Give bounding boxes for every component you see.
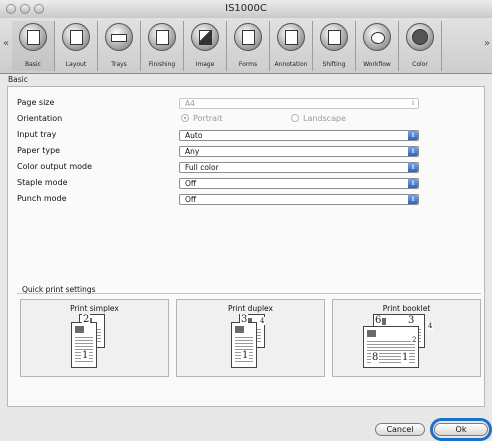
page-size-label: Page size (17, 98, 55, 107)
print-simplex-button[interactable]: Print simplex 2 1 (20, 299, 169, 377)
layout-icon (62, 23, 90, 51)
tab-annotation[interactable]: Annotation (270, 21, 313, 71)
tab-label: Image (195, 61, 215, 68)
portrait-label: Portrait (193, 114, 223, 123)
page-number: 1 (241, 350, 250, 361)
tab-label: Basic (25, 61, 41, 68)
tab-color[interactable]: Color (399, 21, 442, 71)
page-number: 4 (427, 322, 434, 330)
landscape-radio[interactable]: Landscape (291, 114, 346, 123)
page-number: 1 (401, 352, 410, 363)
trays-icon (105, 23, 133, 51)
punch-mode-select[interactable]: Off ⇕ (179, 194, 419, 205)
quick-print-title: Quick print settings (22, 285, 96, 294)
duplex-front-page-icon (231, 322, 257, 368)
input-tray-label: Input tray (17, 130, 57, 139)
annotation-icon (277, 23, 305, 51)
tab-basic[interactable]: Basic (12, 21, 55, 71)
tab-trays[interactable]: Trays (98, 21, 141, 71)
print-duplex-label: Print duplex (228, 304, 273, 313)
color-icon (406, 23, 434, 51)
punch-mode-value: Off (185, 195, 197, 204)
page-number: 8 (371, 352, 380, 363)
section-title: Basic (8, 75, 28, 84)
page-number: 3 (407, 315, 416, 326)
tab-label: Workflow (363, 61, 391, 68)
input-tray-value: Auto (185, 131, 203, 140)
print-duplex-button[interactable]: Print duplex 3 4 1 (176, 299, 325, 377)
shifting-icon (320, 23, 348, 51)
page-size-select[interactable]: A4 ⇕ (179, 98, 419, 109)
tab-layout[interactable]: Layout (55, 21, 98, 71)
print-booklet-button[interactable]: Print booklet 6 3 4 2 8 1 (332, 299, 481, 377)
title-bar: IS1000C (0, 0, 492, 19)
tab-workflow[interactable]: Workflow (356, 21, 399, 71)
scroll-right-icon[interactable]: » (484, 38, 490, 49)
page-number: 2 (82, 314, 91, 325)
chevron-updown-icon: ⇕ (410, 100, 416, 107)
ok-button[interactable]: Ok (434, 423, 488, 436)
color-output-mode-label: Color output mode (17, 162, 93, 171)
settings-toolbar: « Basic Layout Trays Finishing Image For… (0, 18, 492, 74)
page-number: 6 (374, 315, 383, 326)
workflow-icon (363, 23, 391, 51)
chevron-updown-icon: ⇕ (408, 147, 418, 156)
page-number: 1 (81, 350, 90, 361)
page-number: 2 (411, 336, 418, 344)
tab-label: Annotation (274, 61, 308, 68)
tab-shifting[interactable]: Shifting (313, 21, 356, 71)
tab-forms[interactable]: Forms (227, 21, 270, 71)
staple-mode-value: Off (185, 179, 197, 188)
paper-type-value: Any (185, 147, 200, 156)
tab-label: Shifting (322, 61, 346, 68)
color-output-mode-value: Full color (185, 163, 219, 172)
color-output-mode-select[interactable]: Full color ⇕ (179, 162, 419, 173)
orientation-label: Orientation (17, 114, 63, 123)
portrait-radio[interactable]: Portrait (181, 114, 222, 123)
tab-label: Layout (65, 61, 87, 68)
staple-mode-select[interactable]: Off ⇕ (179, 178, 419, 189)
simplex-front-page-icon (71, 322, 97, 368)
landscape-label: Landscape (303, 114, 346, 123)
paper-type-label: Paper type (17, 146, 61, 155)
chevron-updown-icon: ⇕ (408, 163, 418, 172)
tab-label: Finishing (148, 61, 176, 68)
document-icon (19, 23, 47, 51)
cancel-button[interactable]: Cancel (375, 423, 425, 436)
image-icon (191, 23, 219, 51)
chevron-updown-icon: ⇕ (408, 131, 418, 140)
print-simplex-label: Print simplex (70, 304, 119, 313)
tab-label: Color (412, 61, 428, 68)
print-booklet-label: Print booklet (382, 304, 431, 313)
input-tray-select[interactable]: Auto ⇕ (179, 130, 419, 141)
radio-unselected-icon (291, 114, 299, 122)
paper-type-select[interactable]: Any ⇕ (179, 146, 419, 157)
finishing-icon (148, 23, 176, 51)
tab-label: Forms (238, 61, 258, 68)
tab-image[interactable]: Image (184, 21, 227, 71)
staple-mode-label: Staple mode (17, 178, 68, 187)
page-number: 3 (240, 314, 249, 325)
forms-icon (234, 23, 262, 51)
window-title: IS1000C (225, 3, 267, 14)
page-size-value: A4 (185, 99, 195, 108)
scroll-left-icon[interactable]: « (3, 38, 9, 49)
page-number: 4 (259, 317, 266, 325)
chevron-updown-icon: ⇕ (408, 195, 418, 204)
punch-mode-label: Punch mode (17, 194, 67, 203)
chevron-updown-icon: ⇕ (408, 179, 418, 188)
radio-selected-icon (181, 114, 189, 122)
tab-finishing[interactable]: Finishing (141, 21, 184, 71)
tab-label: Trays (111, 61, 127, 68)
